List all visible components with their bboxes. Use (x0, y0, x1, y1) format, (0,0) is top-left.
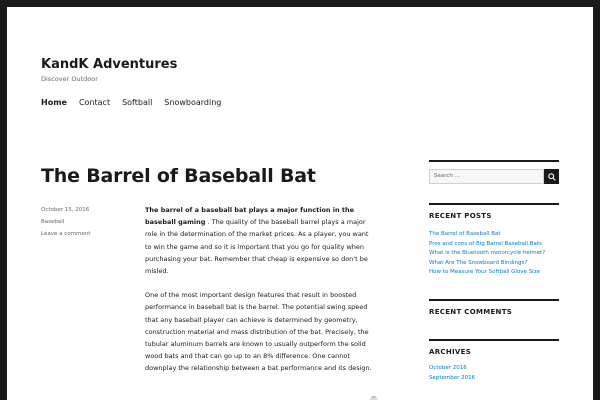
post-date[interactable]: October 15, 2016 (41, 207, 90, 213)
nav-item-softball[interactable]: Softball (122, 98, 152, 107)
search-input[interactable]: Search ... (429, 169, 544, 184)
archives-list: October 2016 September 2016 (429, 364, 559, 383)
recent-comments-title: RECENT COMMENTS (429, 307, 513, 316)
post-category[interactable]: Baseball (41, 219, 90, 225)
post-content: The barrel of a baseball bat plays a maj… (145, 204, 373, 387)
post-title[interactable]: The Barrel of Baseball Bat (41, 165, 316, 187)
comments-link[interactable]: Leave a comment (41, 231, 90, 237)
post-image-fragment (369, 396, 378, 400)
post-paragraph-2: One of the most important design feature… (145, 291, 372, 373)
sidebar-divider (429, 160, 559, 162)
page: KandK Adventures Discover Outdoor Home C… (7, 7, 593, 400)
sidebar: Search ... RECENT POSTS The Barrel of Ba… (429, 160, 559, 383)
archive-link[interactable]: October 2016 (429, 364, 559, 374)
search-form: Search ... (429, 169, 559, 184)
recent-post-link[interactable]: What Are The Snowboard Bindings? (429, 259, 559, 269)
sidebar-divider (429, 338, 559, 341)
search-button[interactable] (544, 169, 559, 184)
recent-posts-title: RECENT POSTS (429, 212, 492, 220)
nav-item-snowboarding[interactable]: Snowboarding (164, 98, 221, 107)
site-title[interactable]: KandK Adventures (41, 57, 177, 72)
recent-post-link[interactable]: The Barrel of Baseball Bat (429, 230, 559, 240)
recent-post-link[interactable]: What is the Bluetooth motorcycle helmet? (429, 249, 559, 259)
post-meta: October 15, 2016 Baseball Leave a commen… (41, 207, 90, 243)
site-description: Discover Outdoor (41, 75, 98, 83)
archive-link[interactable]: September 2016 (429, 374, 559, 384)
sidebar-divider (429, 298, 559, 301)
recent-post-link[interactable]: How to Measure Your Softball Glove Size (429, 268, 559, 278)
nav-item-home[interactable]: Home (41, 98, 67, 107)
recent-post-link[interactable]: Pros and cons of Big Barrel Baseball Bat… (429, 240, 559, 250)
search-icon (547, 172, 556, 181)
lead-rest-text: . The quality of the baseball barrel pla… (145, 218, 369, 276)
main-nav: Home Contact Softball Snowboarding (41, 98, 233, 107)
archives-title: ARCHIVES (429, 347, 472, 356)
post-paragraph-1: The barrel of a baseball bat plays a maj… (145, 204, 373, 277)
sidebar-divider (429, 203, 559, 205)
nav-item-contact[interactable]: Contact (79, 98, 110, 107)
recent-posts-list: The Barrel of Baseball Bat Pros and cons… (429, 230, 559, 278)
